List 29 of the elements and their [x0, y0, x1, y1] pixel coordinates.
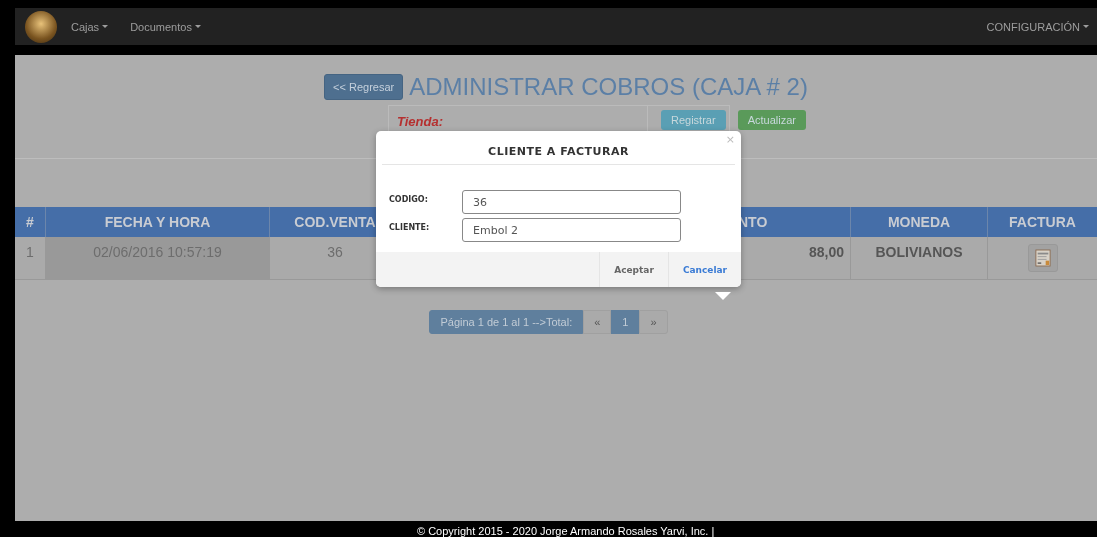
close-button[interactable]: × — [725, 133, 735, 146]
column-header: FACTURA — [987, 207, 1097, 237]
field-label: CODIGO: — [389, 194, 429, 206]
dialog-pointer — [715, 292, 731, 300]
caret-icon — [102, 25, 109, 28]
column-header: # — [15, 207, 45, 237]
nav-menu[interactable]: Documentos — [130, 20, 201, 33]
page-button[interactable]: 1 — [611, 310, 640, 334]
caret-icon — [194, 25, 201, 28]
accept-button[interactable]: Aceptar — [599, 252, 668, 287]
page-title: ADMINISTRAR COBROS (CAJA # 2) — [409, 73, 808, 101]
column-header: MONEDA — [850, 207, 987, 237]
input-field[interactable]: 36 — [462, 190, 681, 214]
back-button[interactable]: << Regresar — [324, 74, 404, 100]
previous-page-button[interactable]: « — [583, 310, 612, 334]
document-icon — [1034, 248, 1051, 268]
copyright-text: © Copyright 2015 - 2020 Jorge Armando Rosales Yarvi, Inc. | — [417, 525, 715, 537]
nav-menu[interactable]: Cajas — [71, 20, 109, 33]
update-button[interactable]: Actualizar — [737, 110, 806, 130]
register-button[interactable]: Registrar — [661, 110, 726, 130]
logo-photo[interactable] — [25, 10, 57, 43]
nav-menu[interactable]: CONFIGURACIÓN — [986, 20, 1089, 33]
cancel-button[interactable]: Cancelar — [667, 252, 741, 287]
input-field[interactable]: Embol 2 — [462, 218, 681, 242]
pagination-summary: Página 1 de 1 al 1 -->Total: — [429, 310, 584, 334]
next-page-button[interactable]: » — [639, 310, 668, 334]
caret-icon — [1083, 25, 1089, 28]
column-header: FECHA Y HORA — [45, 207, 269, 237]
table-cell: BOLIVIANOS — [850, 237, 987, 280]
